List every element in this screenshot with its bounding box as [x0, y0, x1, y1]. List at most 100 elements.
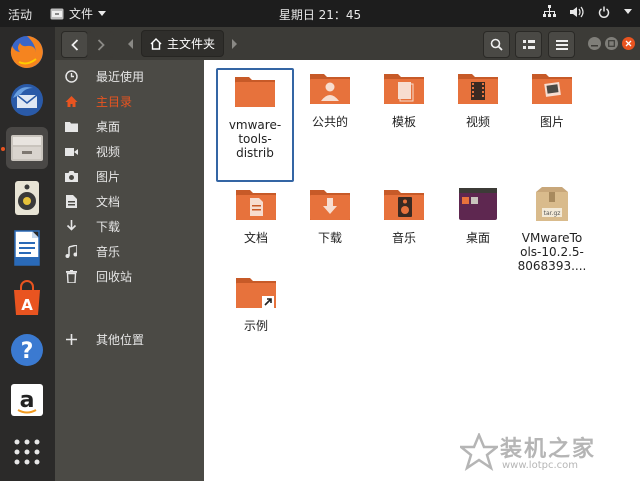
file-item-public[interactable]: 公共的	[293, 70, 367, 129]
sidebar-item-label: 视频	[96, 145, 121, 159]
top-bar: 活动 文件 星期日 21：45	[0, 0, 640, 27]
software-icon[interactable]: A	[6, 277, 48, 319]
file-name: 桌面	[465, 231, 490, 245]
chevron-left-icon	[70, 38, 78, 51]
watermark-url: www.lotpc.com	[502, 460, 578, 471]
path-left-arrow-icon[interactable]	[127, 38, 135, 49]
clock-icon	[63, 69, 79, 85]
file-item-pictures[interactable]: 图片	[515, 70, 589, 129]
sidebar-item-label: 下载	[96, 220, 121, 234]
archive-icon: tar.gz	[536, 187, 568, 221]
view-toggle-button[interactable]	[515, 31, 542, 58]
file-item-documents[interactable]: 文档	[219, 186, 293, 245]
file-name: 图片	[539, 115, 564, 129]
downloads-folder-icon	[310, 190, 350, 220]
desktop-folder-icon	[459, 188, 497, 220]
file-item-vmware-tools-distrib[interactable]: vmware-tools-distrib	[216, 68, 294, 182]
document-icon	[63, 194, 79, 210]
path-current-label: 主文件夹	[167, 37, 216, 51]
rhythmbox-icon[interactable]	[6, 177, 48, 219]
sidebar-item-music[interactable]: 音乐	[55, 239, 204, 264]
list-view-icon	[522, 39, 535, 49]
file-item-videos[interactable]: 视频	[441, 70, 515, 129]
file-item-examples[interactable]: 示例	[219, 274, 293, 333]
search-button[interactable]	[483, 31, 510, 58]
templates-folder-icon	[384, 74, 424, 104]
file-name: 音乐	[391, 231, 416, 245]
video-icon	[63, 144, 79, 160]
sidebar-item-other-locations[interactable]: 其他位置	[55, 327, 204, 352]
sidebar-item-pictures[interactable]: 图片	[55, 164, 204, 189]
maximize-button[interactable]	[605, 37, 618, 50]
places-sidebar: 最近使用 主目录 桌面 视频 图片 文档 下载 音乐 回收站 其他位置	[55, 60, 204, 481]
home-icon	[63, 94, 79, 110]
folder-icon	[63, 119, 79, 135]
header-bar: 主文件夹	[55, 27, 640, 60]
sidebar-item-home[interactable]: 主目录	[55, 89, 204, 114]
sidebar-item-videos[interactable]: 视频	[55, 139, 204, 164]
show-apps-icon[interactable]	[6, 431, 48, 473]
file-item-templates[interactable]: 模板	[367, 70, 441, 129]
sidebar-item-downloads[interactable]: 下载	[55, 214, 204, 239]
amazon-icon[interactable]: a	[6, 379, 48, 421]
sidebar-item-label: 图片	[96, 170, 121, 184]
thunderbird-icon[interactable]	[6, 79, 48, 121]
file-item-desktop[interactable]: 桌面	[441, 186, 515, 245]
documents-folder-icon	[236, 190, 276, 220]
pictures-folder-icon	[532, 74, 572, 104]
running-indicator	[1, 147, 5, 151]
path-bar: 主文件夹	[127, 30, 238, 57]
download-icon	[63, 219, 79, 235]
close-icon	[625, 40, 632, 47]
sidebar-item-label: 其他位置	[96, 333, 145, 347]
file-name: 示例	[243, 319, 268, 333]
files-icon[interactable]	[6, 127, 48, 169]
sidebar-item-documents[interactable]: 文档	[55, 189, 204, 214]
file-item-downloads[interactable]: 下载	[293, 186, 367, 245]
file-name: 下载	[317, 231, 342, 245]
sidebar-item-label: 主目录	[96, 95, 133, 109]
minimize-icon	[591, 45, 598, 47]
file-view: vmware-tools-distrib 公共的 模板 视频 图片 文档 下载	[204, 60, 640, 481]
file-item-vmware-tools-archive[interactable]: tar.gz VMwareTo ols-10.2.5- 8068393....	[515, 186, 589, 273]
forward-button[interactable]	[87, 31, 114, 58]
sidebar-item-trash[interactable]: 回收站	[55, 264, 204, 289]
search-icon	[490, 38, 503, 51]
sidebar-item-label: 桌面	[96, 120, 121, 134]
music-icon	[63, 244, 79, 260]
menu-button[interactable]	[548, 31, 575, 58]
trash-icon	[63, 269, 79, 285]
file-item-music[interactable]: 音乐	[367, 186, 441, 245]
svg-text:?: ?	[21, 339, 34, 364]
writer-icon[interactable]	[6, 227, 48, 269]
chevron-right-icon	[97, 38, 105, 51]
system-tray[interactable]	[543, 5, 632, 18]
minimize-button[interactable]	[588, 37, 601, 50]
music-folder-icon	[384, 190, 424, 220]
dock: A ? a	[0, 27, 55, 481]
sidebar-item-recent[interactable]: 最近使用	[55, 64, 204, 89]
folder-icon	[235, 77, 275, 107]
file-name: 视频	[465, 115, 490, 129]
back-button[interactable]	[61, 31, 88, 58]
sidebar-item-desktop[interactable]: 桌面	[55, 114, 204, 139]
svg-text:a: a	[20, 388, 35, 413]
network-icon	[543, 5, 556, 17]
help-icon[interactable]: ?	[6, 329, 48, 371]
camera-icon	[63, 169, 79, 185]
plus-icon	[63, 332, 79, 348]
path-home-segment[interactable]: 主文件夹	[141, 30, 225, 57]
volume-icon	[570, 6, 584, 17]
power-icon	[598, 6, 610, 18]
watermark: 装机之家 www.lotpc.com	[460, 429, 630, 477]
file-name: 公共的	[311, 115, 348, 129]
firefox-icon[interactable]	[6, 31, 48, 73]
chevron-down-icon	[624, 8, 632, 14]
close-button[interactable]	[622, 37, 635, 50]
videos-folder-icon	[458, 74, 498, 104]
home-icon	[150, 37, 162, 50]
public-folder-icon	[310, 74, 350, 104]
file-name: 模板	[391, 115, 416, 129]
watermark-brand: 装机之家	[500, 437, 597, 462]
path-right-arrow-icon[interactable]	[230, 38, 238, 49]
